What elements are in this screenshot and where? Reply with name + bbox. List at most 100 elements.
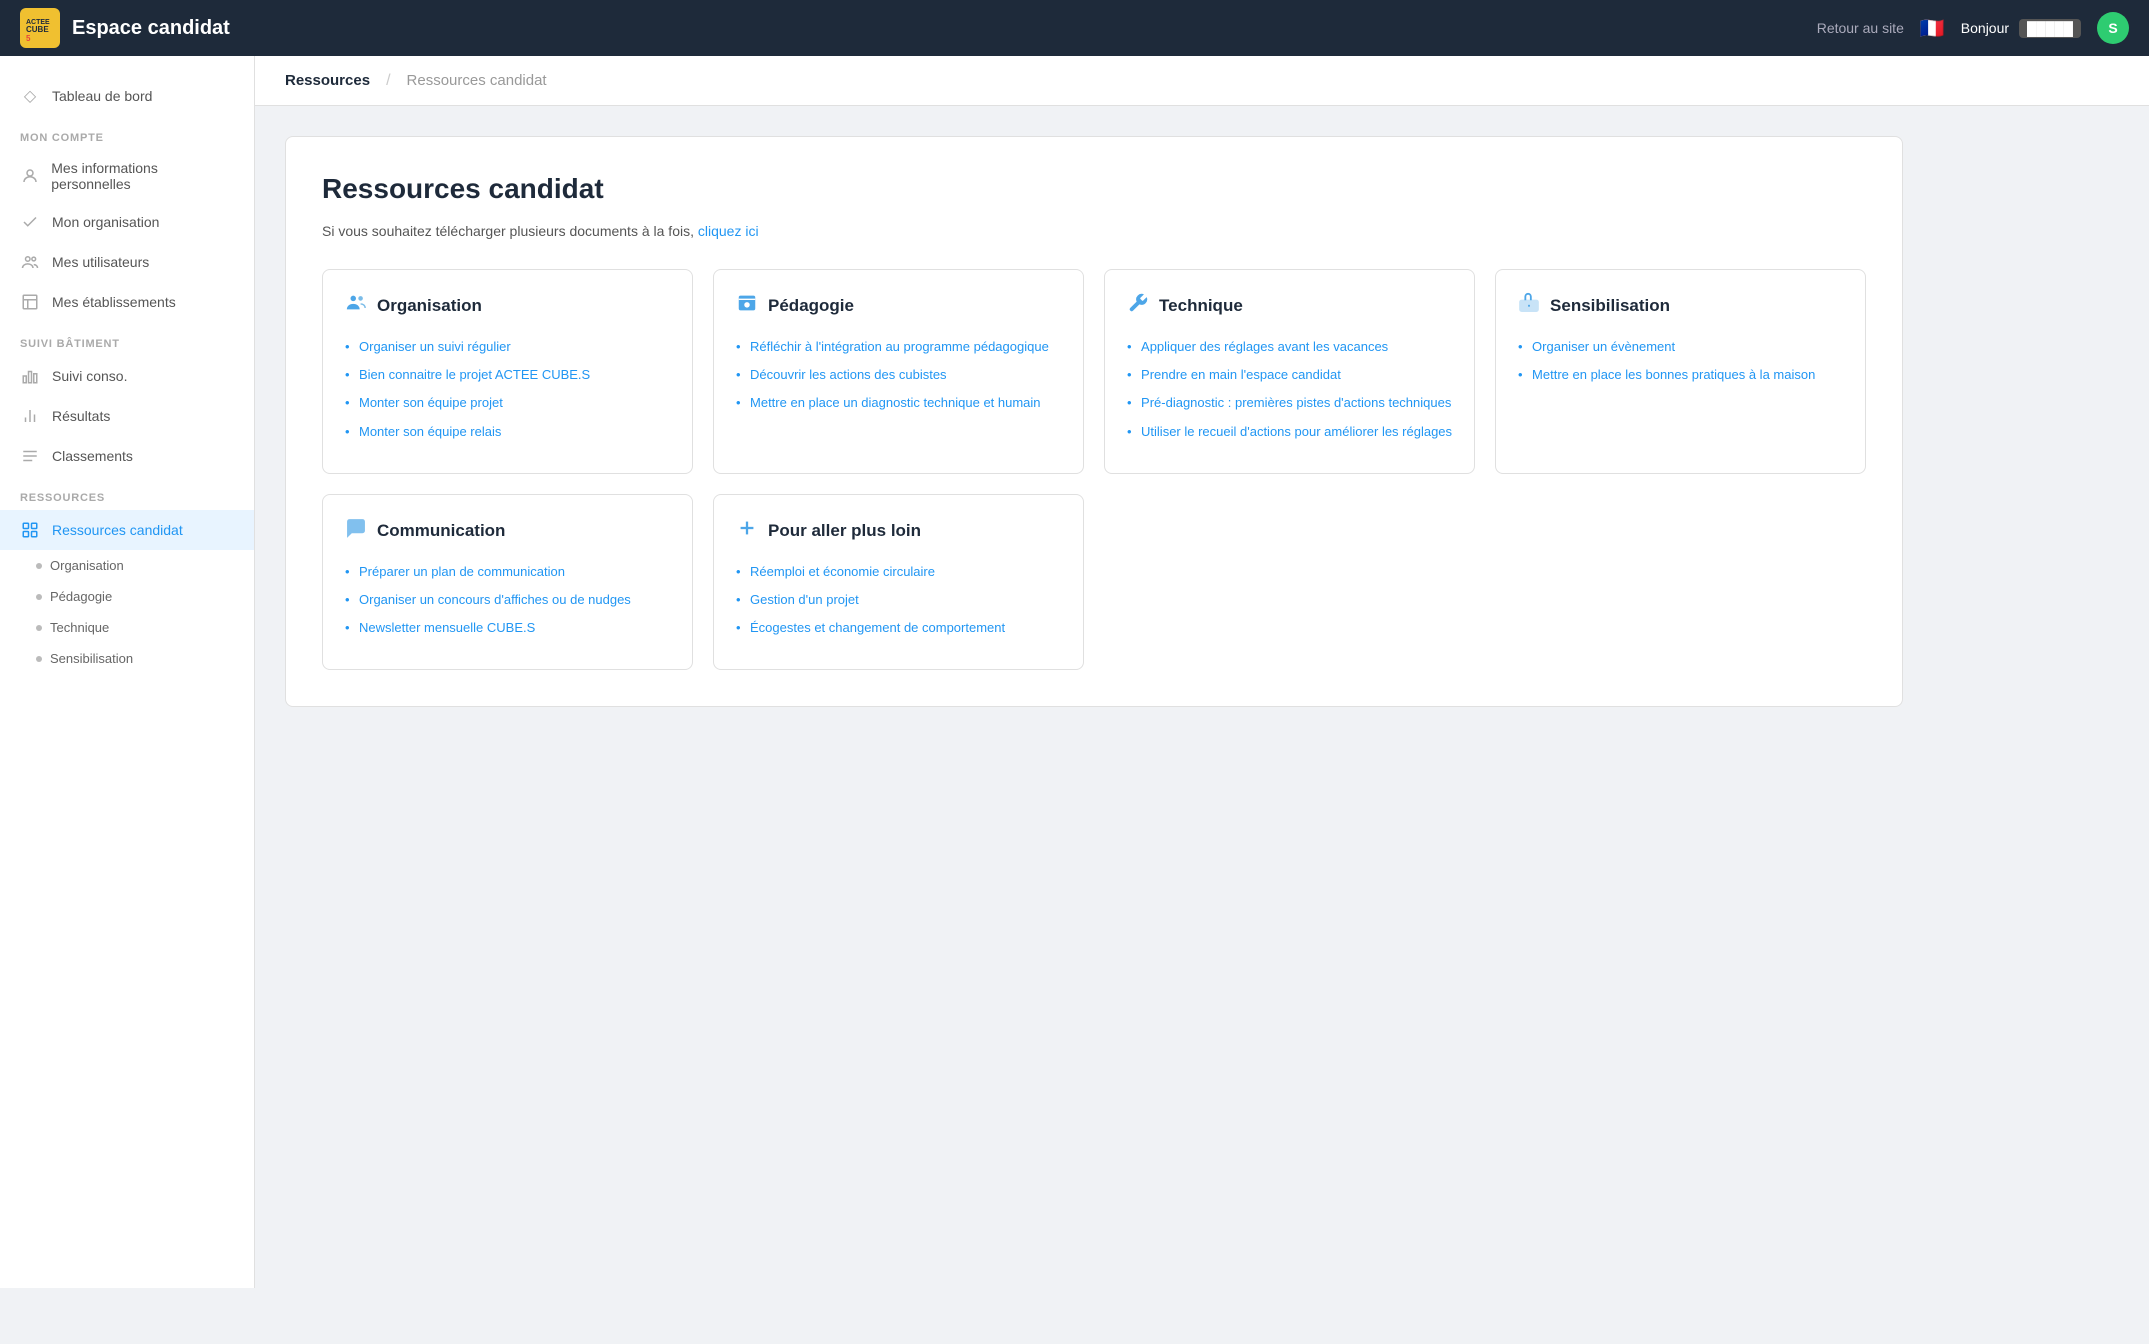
technique-icon: [1127, 292, 1149, 320]
sidebar: ◇ Tableau de bord MON COMPTE Mes informa…: [0, 56, 255, 1288]
sidebar-sub-pedagogie[interactable]: Pédagogie: [0, 581, 254, 612]
app-title: Espace candidat: [72, 17, 230, 40]
sidebar-item-ressources-candidat[interactable]: Ressources candidat: [0, 510, 254, 550]
sidebar-sub-technique[interactable]: Technique: [0, 612, 254, 643]
card-title-pour-aller-plus-loin: Pour aller plus loin: [768, 521, 921, 541]
card-list-item[interactable]: Gestion d'un projet: [736, 591, 1061, 609]
card-title-technique: Technique: [1159, 296, 1243, 316]
sub-dot: [36, 594, 42, 600]
sidebar-item-mes-infos[interactable]: Mes informations personnelles: [0, 150, 254, 202]
back-to-site-link[interactable]: Retour au site: [1817, 20, 1904, 36]
building-icon: [20, 292, 40, 312]
card-list-item[interactable]: Appliquer des réglages avant les vacance…: [1127, 338, 1452, 356]
section-suivi: SUIVI BÂTIMENT: [0, 322, 254, 356]
pedagogie-icon: [736, 292, 758, 320]
ressources-icon: [20, 520, 40, 540]
card-list-item[interactable]: Bien connaitre le projet ACTEE CUBE.S: [345, 366, 670, 384]
card-title-organisation: Organisation: [377, 296, 482, 316]
card-header-technique: Technique: [1127, 292, 1452, 320]
breadcrumb-separator: /: [386, 72, 390, 90]
language-flag[interactable]: 🇫🇷: [1920, 16, 1945, 41]
page-title: Ressources candidat: [322, 173, 1866, 205]
resource-card-organisation: Organisation Organiser un suivi régulier…: [322, 269, 693, 474]
section-mon-compte: MON COMPTE: [0, 116, 254, 150]
sensibilisation-icon: [1518, 292, 1540, 320]
greeting-text: Bonjour █████: [1961, 20, 2081, 36]
card-list-item[interactable]: Réemploi et économie circulaire: [736, 563, 1061, 581]
app-header: ACTEE CUBE 5 Espace candidat Retour au s…: [0, 0, 2149, 56]
sidebar-item-mes-utilisateurs[interactable]: Mes utilisateurs: [0, 242, 254, 282]
results-icon: [20, 406, 40, 426]
main-content: Ressources candidat Si vous souhaitez té…: [255, 106, 1933, 1288]
sidebar-item-classements[interactable]: Classements: [0, 436, 254, 476]
logo-icon: ACTEE CUBE 5: [20, 8, 60, 48]
sub-dot: [36, 625, 42, 631]
bar-chart-icon: [20, 366, 40, 386]
dashboard-icon: ◇: [20, 86, 40, 106]
card-list-item[interactable]: Pré-diagnostic : premières pistes d'acti…: [1127, 394, 1452, 412]
sidebar-item-dashboard[interactable]: ◇ Tableau de bord: [0, 76, 254, 116]
card-header-pedagogie: Pédagogie: [736, 292, 1061, 320]
classements-icon: [20, 446, 40, 466]
breadcrumb-ressources[interactable]: Ressources: [285, 72, 386, 89]
card-list-sensibilisation: Organiser un évènement Mettre en place le…: [1518, 338, 1843, 384]
cards-row-2: Communication Préparer un plan de commun…: [322, 494, 1866, 671]
card-list-item[interactable]: Découvrir les actions des cubistes: [736, 366, 1061, 384]
card-header-communication: Communication: [345, 517, 670, 545]
card-list-communication: Préparer un plan de communication Organis…: [345, 563, 670, 638]
sidebar-item-mes-etablissements[interactable]: Mes établissements: [0, 282, 254, 322]
card-header-sensibilisation: Sensibilisation: [1518, 292, 1843, 320]
breadcrumb: Ressources / Ressources candidat: [255, 56, 2149, 106]
resource-card-communication: Communication Préparer un plan de commun…: [322, 494, 693, 671]
sidebar-sub-organisation[interactable]: Organisation: [0, 550, 254, 581]
card-list-item[interactable]: Organiser un évènement: [1518, 338, 1843, 356]
card-list-technique: Appliquer des réglages avant les vacance…: [1127, 338, 1452, 441]
card-list-item[interactable]: Écogestes et changement de comportement: [736, 619, 1061, 637]
logo-area: ACTEE CUBE 5 Espace candidat: [20, 8, 230, 48]
page-subtitle: Si vous souhaitez télécharger plusieurs …: [322, 223, 1866, 239]
cards-row-1: Organisation Organiser un suivi régulier…: [322, 269, 1866, 474]
sidebar-item-suivi-conso[interactable]: Suivi conso.: [0, 356, 254, 396]
card-list-item[interactable]: Organiser un suivi régulier: [345, 338, 670, 356]
card-list-item[interactable]: Utiliser le recueil d'actions pour améli…: [1127, 423, 1452, 441]
card-list-item[interactable]: Organiser un concours d'affiches ou de n…: [345, 591, 670, 609]
avatar[interactable]: S: [2097, 12, 2129, 44]
svg-text:CUBE: CUBE: [26, 25, 49, 34]
card-header-organisation: Organisation: [345, 292, 670, 320]
card-list-organisation: Organiser un suivi régulier Bien connaitr…: [345, 338, 670, 441]
card-list-item[interactable]: Monter son équipe projet: [345, 394, 670, 412]
card-header-pour-aller-plus-loin: Pour aller plus loin: [736, 517, 1061, 545]
resource-card-sensibilisation: Sensibilisation Organiser un évènement Me…: [1495, 269, 1866, 474]
sub-dot: [36, 656, 42, 662]
card-list-item[interactable]: Mettre en place les bonnes pratiques à l…: [1518, 366, 1843, 384]
card-list-item[interactable]: Prendre en main l'espace candidat: [1127, 366, 1452, 384]
download-link[interactable]: cliquez ici: [698, 223, 759, 239]
card-list-item[interactable]: Réfléchir à l'intégration au programme p…: [736, 338, 1061, 356]
check-icon: [20, 212, 40, 232]
section-ressources: RESSOURCES: [0, 476, 254, 510]
sidebar-item-resultats[interactable]: Résultats: [0, 396, 254, 436]
card-list-item[interactable]: Newsletter mensuelle CUBE.S: [345, 619, 670, 637]
breadcrumb-ressources-candidat[interactable]: Ressources candidat: [407, 72, 563, 89]
resource-card-pour-aller-plus-loin: Pour aller plus loin Réemploi et économi…: [713, 494, 1084, 671]
card-list-item[interactable]: Monter son équipe relais: [345, 423, 670, 441]
users-icon: [20, 252, 40, 272]
card-title-communication: Communication: [377, 521, 505, 541]
card-title-sensibilisation: Sensibilisation: [1550, 296, 1670, 316]
card-list-pedagogie: Réfléchir à l'intégration au programme p…: [736, 338, 1061, 413]
sidebar-sub-sensibilisation[interactable]: Sensibilisation: [0, 643, 254, 674]
resource-card-pedagogie: Pédagogie Réfléchir à l'intégration au p…: [713, 269, 1084, 474]
main-layout: ◇ Tableau de bord MON COMPTE Mes informa…: [0, 56, 2149, 1288]
card-list-item[interactable]: Préparer un plan de communication: [345, 563, 670, 581]
resource-card-technique: Technique Appliquer des réglages avant l…: [1104, 269, 1475, 474]
organisation-icon: [345, 292, 367, 320]
header-right: Retour au site 🇫🇷 Bonjour █████ S: [1817, 12, 2129, 44]
sub-dot: [36, 563, 42, 569]
person-icon: [20, 166, 39, 186]
card-list-item[interactable]: Mettre en place un diagnostic technique …: [736, 394, 1061, 412]
content-card: Ressources candidat Si vous souhaitez té…: [285, 136, 1903, 707]
sidebar-item-mon-organisation[interactable]: Mon organisation: [0, 202, 254, 242]
svg-text:5: 5: [26, 34, 31, 43]
communication-icon: [345, 517, 367, 545]
card-list-pour-aller-plus-loin: Réemploi et économie circulaire Gestion d…: [736, 563, 1061, 638]
